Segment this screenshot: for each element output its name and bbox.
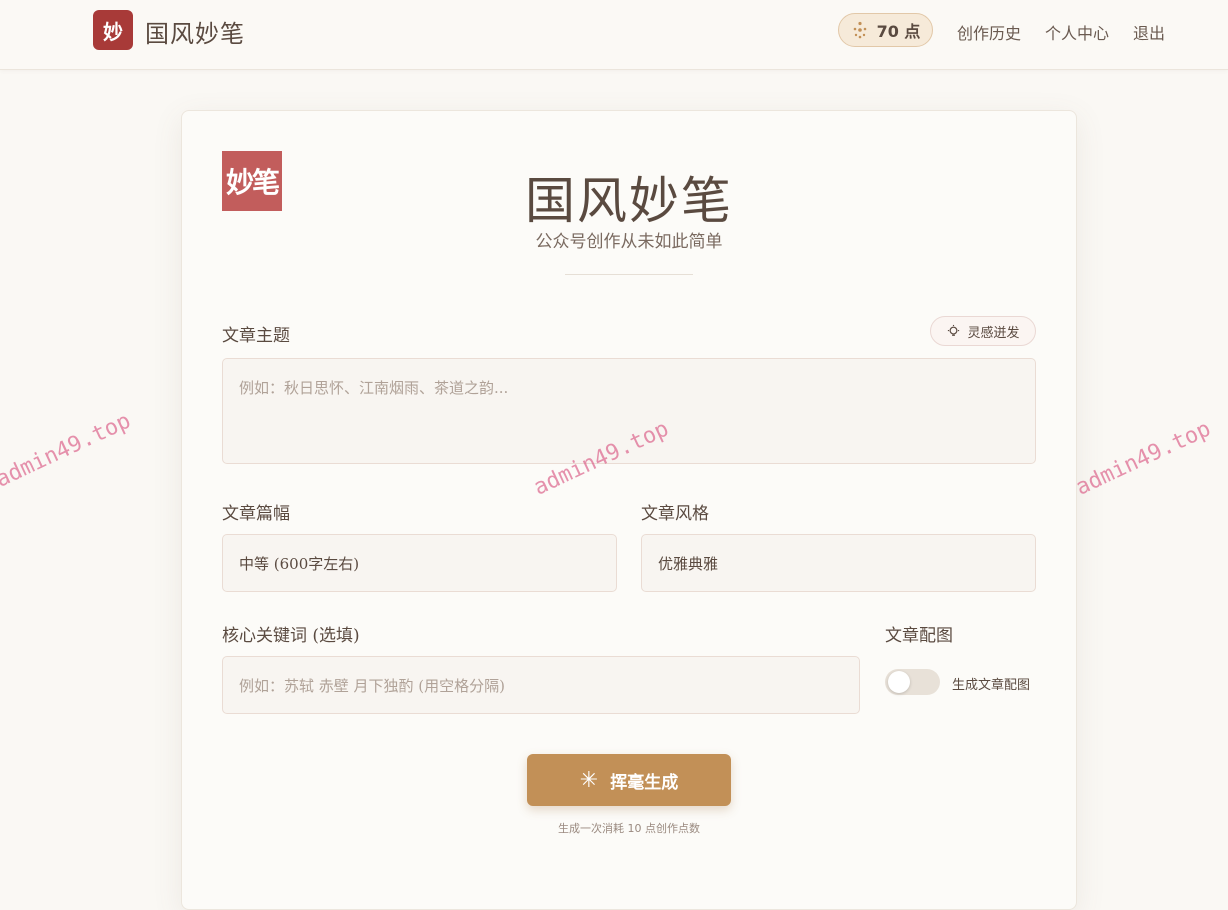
page-title: 国风妙笔	[525, 172, 733, 230]
keywords-label: 核心关键词 (选填)	[222, 626, 360, 646]
toggle-knob	[888, 671, 910, 693]
lightbulb-icon	[948, 324, 960, 336]
generate-button[interactable]: ✳ 挥毫生成	[527, 754, 731, 806]
nav-history[interactable]: 创作历史	[957, 20, 1021, 44]
points-badge[interactable]: 70 点	[838, 13, 933, 47]
brand-name[interactable]: 国风妙笔	[145, 14, 245, 49]
watermark: admin49.top	[0, 408, 135, 493]
generate-button-label: 挥毫生成	[610, 772, 679, 793]
generator-card: 妙笔 国风妙笔 公众号创作从未如此简单 文章主题 灵感迸发 例如：秋日思怀、江南…	[181, 110, 1077, 910]
sparkle-icon	[853, 21, 866, 39]
image-toggle-label: 生成文章配图	[952, 678, 1031, 693]
title-divider	[565, 274, 693, 275]
length-label: 文章篇幅	[222, 504, 290, 524]
page-subtitle: 公众号创作从未如此简单	[535, 232, 723, 252]
top-navbar: 妙 国风妙笔 70 点 创作历史 个人中心 退出	[0, 0, 1228, 70]
image-label: 文章配图	[885, 626, 953, 646]
watermark: admin49.top	[1072, 416, 1215, 501]
topic-label: 文章主题	[222, 326, 290, 346]
inspire-button[interactable]: 灵感迸发	[930, 316, 1036, 346]
keywords-input[interactable]: 例如：苏轼 赤壁 月下独酌 (用空格分隔)	[222, 656, 860, 714]
cost-note: 生成一次消耗 10 点创作点数	[558, 822, 700, 835]
inspire-button-label: 灵感迸发	[967, 325, 1020, 341]
nav-profile[interactable]: 个人中心	[1045, 20, 1109, 44]
sparkle-icon: ✳	[579, 767, 599, 793]
nav-logout[interactable]: 退出	[1133, 20, 1165, 44]
topic-textarea[interactable]: 例如：秋日思怀、江南烟雨、茶道之韵...	[222, 358, 1036, 464]
image-toggle[interactable]	[885, 669, 940, 695]
length-select[interactable]: 中等 (600字左右)	[222, 534, 617, 592]
brand-logo[interactable]: 妙	[93, 10, 133, 50]
style-select[interactable]: 优雅典雅	[641, 534, 1036, 592]
points-value: 70 点	[876, 22, 921, 41]
style-label: 文章风格	[641, 504, 709, 524]
